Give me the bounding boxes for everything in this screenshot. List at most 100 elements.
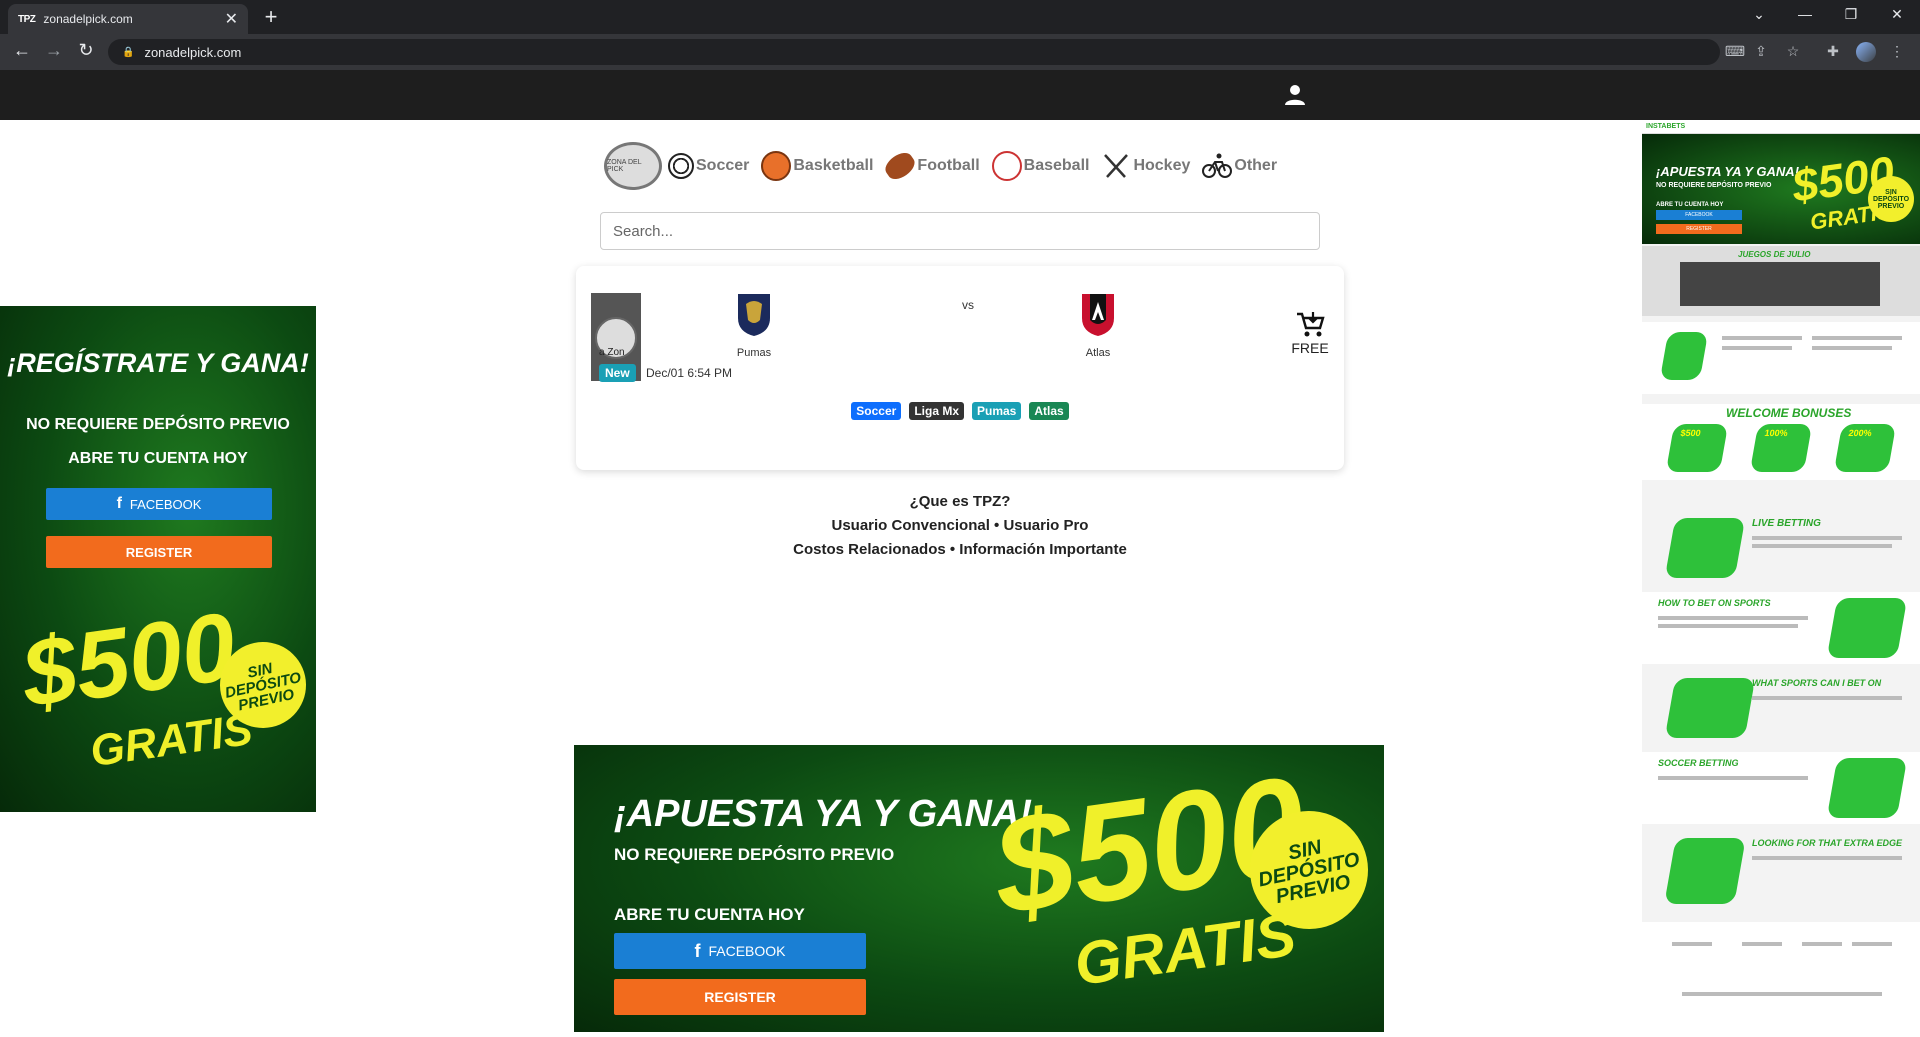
forward-arrow-icon[interactable]: → (42, 40, 66, 61)
bottom-ad-facebook-button[interactable]: f FACEBOOK (614, 933, 866, 969)
preview-live-graphic (1664, 518, 1746, 578)
tab-search-chevron-icon[interactable]: ⌄ (1736, 6, 1782, 23)
link-costos-informacion[interactable]: Costos Relacionados • Información Import… (576, 538, 1344, 562)
left-ad-register-button[interactable]: REGISTER (46, 536, 272, 568)
nav-hockey-label: Hockey (1133, 157, 1191, 174)
preview-extra-edge: LOOKING FOR THAT EXTRA EDGE (1642, 832, 1920, 912)
left-ad-banner[interactable]: ¡REGÍSTRATE Y GANA! NO REQUIERE DEPÓSITO… (0, 306, 316, 812)
preview-edge-title: LOOKING FOR THAT EXTRA EDGE (1752, 838, 1902, 848)
nav-soccer-label: Soccer (696, 157, 750, 174)
preview-what-sports: WHAT SPORTS CAN I BET ON (1642, 672, 1920, 744)
sport-navigation: ZONA DEL PICK Soccer Basketball Football… (604, 142, 1289, 190)
link-usuarios[interactable]: Usuario Convencional • Usuario Pro (576, 514, 1344, 538)
preview-text-line (1752, 544, 1892, 548)
bottom-ad-register-button[interactable]: REGISTER (614, 979, 866, 1015)
window-close-icon[interactable]: ✕ (1874, 6, 1920, 23)
nav-basketball[interactable]: Basketball (761, 151, 873, 181)
minimize-icon[interactable]: — (1782, 6, 1828, 22)
restore-icon[interactable]: ❐ (1828, 6, 1874, 23)
home-team[interactable]: Pumas (714, 292, 794, 359)
match-tags: Soccer Liga Mx Pumas Atlas (576, 402, 1344, 420)
preview-register-button: REGISTER (1656, 224, 1742, 234)
extensions-puzzle-icon[interactable]: ✚ (1822, 43, 1844, 60)
nav-other[interactable]: Other (1202, 151, 1277, 181)
browser-tab-bar: TPZ zonadelpick.com ✕ + ⌄ — ❐ ✕ (0, 0, 1920, 34)
browser-toolbar: ← → ↻ 🔒 zonadelpick.com ⌨ ⇪ ☆ ✚ ⋮ (0, 34, 1920, 70)
preview-brand: INSTABETS (1646, 123, 1686, 130)
preview-bonus-1: $500 (1679, 428, 1702, 438)
preview-text-line (1658, 624, 1798, 628)
preview-edge-graphic (1664, 838, 1746, 904)
add-to-cart-button[interactable]: FREE (1290, 310, 1330, 356)
preview-soccer-title: SOCCER BETTING (1658, 758, 1739, 768)
bottom-ad-title: ¡APUESTA YA Y GANA! (614, 793, 1033, 835)
back-arrow-icon[interactable]: ← (10, 40, 34, 61)
browser-menu-icon[interactable]: ⋮ (1886, 43, 1908, 60)
lock-icon: 🔒 (122, 46, 135, 58)
nav-football[interactable]: Football (881, 148, 980, 184)
versus-label: vs (962, 298, 974, 312)
bottom-ad-banner[interactable]: ¡APUESTA YA Y GANA! NO REQUIERE DEPÓSITO… (574, 745, 1384, 1032)
preview-text-line (1682, 992, 1882, 996)
nav-football-label: Football (917, 157, 980, 174)
tab-close-icon[interactable]: ✕ (225, 9, 238, 29)
profile-avatar[interactable] (1856, 42, 1876, 62)
preview-hero-title: ¡APUESTA YA Y GANA! (1656, 164, 1800, 179)
preview-text-line (1802, 942, 1842, 946)
bottom-ad-facebook-label: FACEBOOK (708, 943, 786, 959)
football-icon (881, 148, 920, 184)
preview-text-line (1722, 336, 1802, 340)
preview-text-line (1722, 346, 1792, 350)
search-input[interactable] (600, 212, 1320, 250)
preview-bonus-3: 200% (1847, 428, 1873, 438)
preview-schedule-title: JUEGOS DE JULIO (1738, 250, 1811, 259)
reload-icon[interactable]: ↻ (74, 40, 98, 61)
nav-soccer[interactable]: Soccer (668, 153, 749, 179)
bookmark-star-icon[interactable]: ☆ (1782, 43, 1804, 60)
preview-sports-graphic (1664, 678, 1756, 738)
tag-home-team[interactable]: Pumas (972, 402, 1022, 420)
browser-tab[interactable]: TPZ zonadelpick.com ✕ (8, 4, 248, 34)
pick-thumbnail-label: a Zon (599, 347, 625, 358)
tag-league[interactable]: Liga Mx (909, 402, 964, 420)
site-logo[interactable]: ZONA DEL PICK (604, 142, 662, 190)
nav-baseball[interactable]: Baseball (991, 151, 1089, 181)
bottom-ad-cta-text: ABRE TU CUENTA HOY (614, 905, 805, 924)
tab-title: zonadelpick.com (43, 12, 133, 26)
link-que-es-tpz[interactable]: ¿Que es TPZ? (576, 490, 1344, 514)
preview-footer (1642, 922, 1920, 1037)
new-tab-button[interactable]: + (258, 4, 284, 30)
right-ad-preview[interactable]: INSTABETS ¡APUESTA YA Y GANA! NO REQUIER… (1642, 122, 1920, 1037)
preview-what-title: WHAT SPORTS CAN I BET ON (1752, 678, 1882, 688)
add-to-cart-icon (1297, 312, 1325, 337)
preview-text-line (1752, 536, 1902, 540)
preview-hero: ¡APUESTA YA Y GANA! NO REQUIERE DEPÓSITO… (1642, 134, 1920, 244)
preview-text-line (1742, 942, 1782, 946)
nav-hockey[interactable]: Hockey (1101, 151, 1190, 181)
tag-away-team[interactable]: Atlas (1029, 402, 1069, 420)
preview-text-line (1658, 616, 1808, 620)
preview-bonus-card: 100% (1749, 424, 1813, 472)
preview-welcome-title: WELCOME BONUSES (1726, 406, 1852, 420)
preview-facebook-button: FACEBOOK (1656, 210, 1742, 220)
preview-hero-subtitle: NO REQUIERE DEPÓSITO PREVIO (1656, 182, 1772, 189)
translate-icon[interactable]: ⌨ (1724, 43, 1746, 60)
preview-hero-cta: ABRE TU CUENTA HOY (1656, 202, 1724, 208)
preview-text-line (1672, 942, 1712, 946)
preview-how-title: HOW TO BET ON SPORTS (1658, 598, 1771, 608)
bicycle-icon (1202, 153, 1233, 178)
preview-how-graphic (1826, 598, 1908, 658)
preview-text-line (1752, 856, 1902, 860)
share-icon[interactable]: ⇪ (1750, 43, 1772, 60)
basketball-icon (761, 151, 792, 181)
left-ad-facebook-button[interactable]: f FACEBOOK (46, 488, 272, 520)
away-team[interactable]: Atlas (1058, 292, 1138, 359)
user-account-icon[interactable] (1284, 84, 1306, 106)
preview-live-betting: LIVE BETTING (1642, 512, 1920, 584)
info-links: ¿Que es TPZ? Usuario Convencional • Usua… (576, 490, 1344, 562)
tag-sport[interactable]: Soccer (851, 402, 902, 420)
match-card[interactable]: a Zon New Dec/01 6:54 PM Pumas vs Atlas … (576, 266, 1344, 470)
preview-bonus-2: 100% (1763, 428, 1789, 438)
address-bar[interactable]: 🔒 zonadelpick.com (108, 39, 1720, 65)
preview-text-line (1752, 696, 1902, 700)
